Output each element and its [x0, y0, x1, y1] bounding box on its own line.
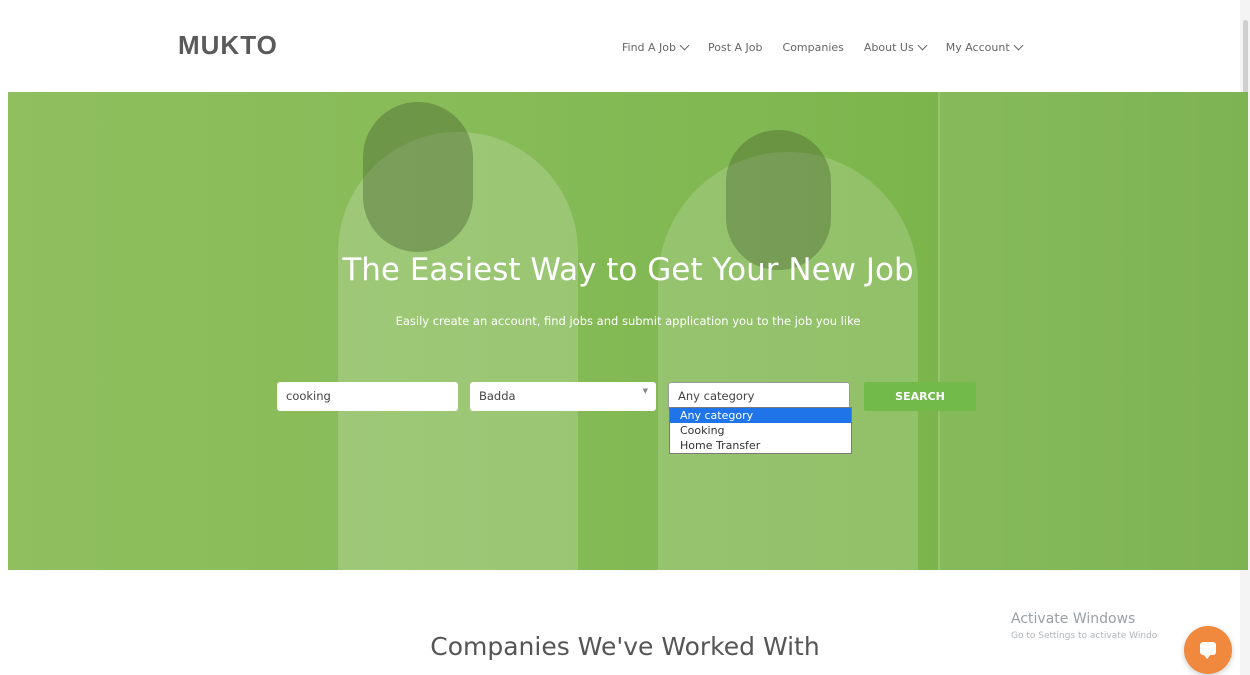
chat-launcher-button[interactable]	[1184, 626, 1232, 674]
site-logo[interactable]: MUKTO	[178, 30, 278, 61]
chevron-down-icon	[917, 40, 928, 51]
chat-bubble-icon	[1200, 642, 1216, 659]
chevron-down-icon	[679, 40, 690, 51]
hero-background-window	[938, 92, 1248, 570]
category-dropdown-list: Any category Cooking Home Transfer	[669, 407, 852, 454]
chevron-down-icon	[1013, 40, 1024, 51]
category-option[interactable]: Home Transfer	[670, 438, 851, 453]
hero-person-left-head	[363, 102, 473, 252]
nav-label: About Us	[863, 41, 914, 54]
search-button[interactable]: SEARCH	[864, 382, 976, 411]
location-value: Badda	[479, 389, 516, 403]
nav-my-account[interactable]: My Account	[945, 40, 1024, 54]
nav-companies[interactable]: Companies	[783, 41, 844, 54]
windows-activation-title: Activate Windows	[1011, 611, 1136, 627]
main-nav: Find A Job Post A Job Companies About Us…	[622, 40, 1042, 54]
keyword-input[interactable]: cooking	[277, 382, 458, 411]
keyword-value: cooking	[286, 389, 331, 403]
windows-activation-subtitle: Go to Settings to activate Windo	[1011, 631, 1158, 641]
nav-find-a-job[interactable]: Find A Job	[622, 40, 690, 54]
site-header: MUKTO Find A Job Post A Job Companies Ab…	[0, 0, 1250, 92]
nav-about-us[interactable]: About Us	[863, 40, 928, 54]
nav-post-a-job[interactable]: Post A Job	[708, 41, 763, 54]
hero-banner: The Easiest Way to Get Your New Job Easi…	[8, 92, 1248, 570]
nav-label: Post A Job	[708, 41, 763, 54]
nav-label: My Account	[945, 41, 1010, 54]
hero-title: The Easiest Way to Get Your New Job	[342, 252, 914, 288]
nav-label: Companies	[782, 41, 844, 54]
category-option[interactable]: Cooking	[670, 423, 851, 438]
hero-subtitle: Easily create an account, find jobs and …	[395, 314, 861, 328]
hero-person-right-head	[726, 130, 831, 270]
category-option[interactable]: Any category	[670, 408, 851, 423]
location-select[interactable]: Badda ▼	[470, 382, 656, 411]
select-arrow-icon: ▼	[642, 387, 648, 395]
nav-label: Find A Job	[622, 41, 677, 54]
category-value: Any category	[678, 389, 755, 403]
